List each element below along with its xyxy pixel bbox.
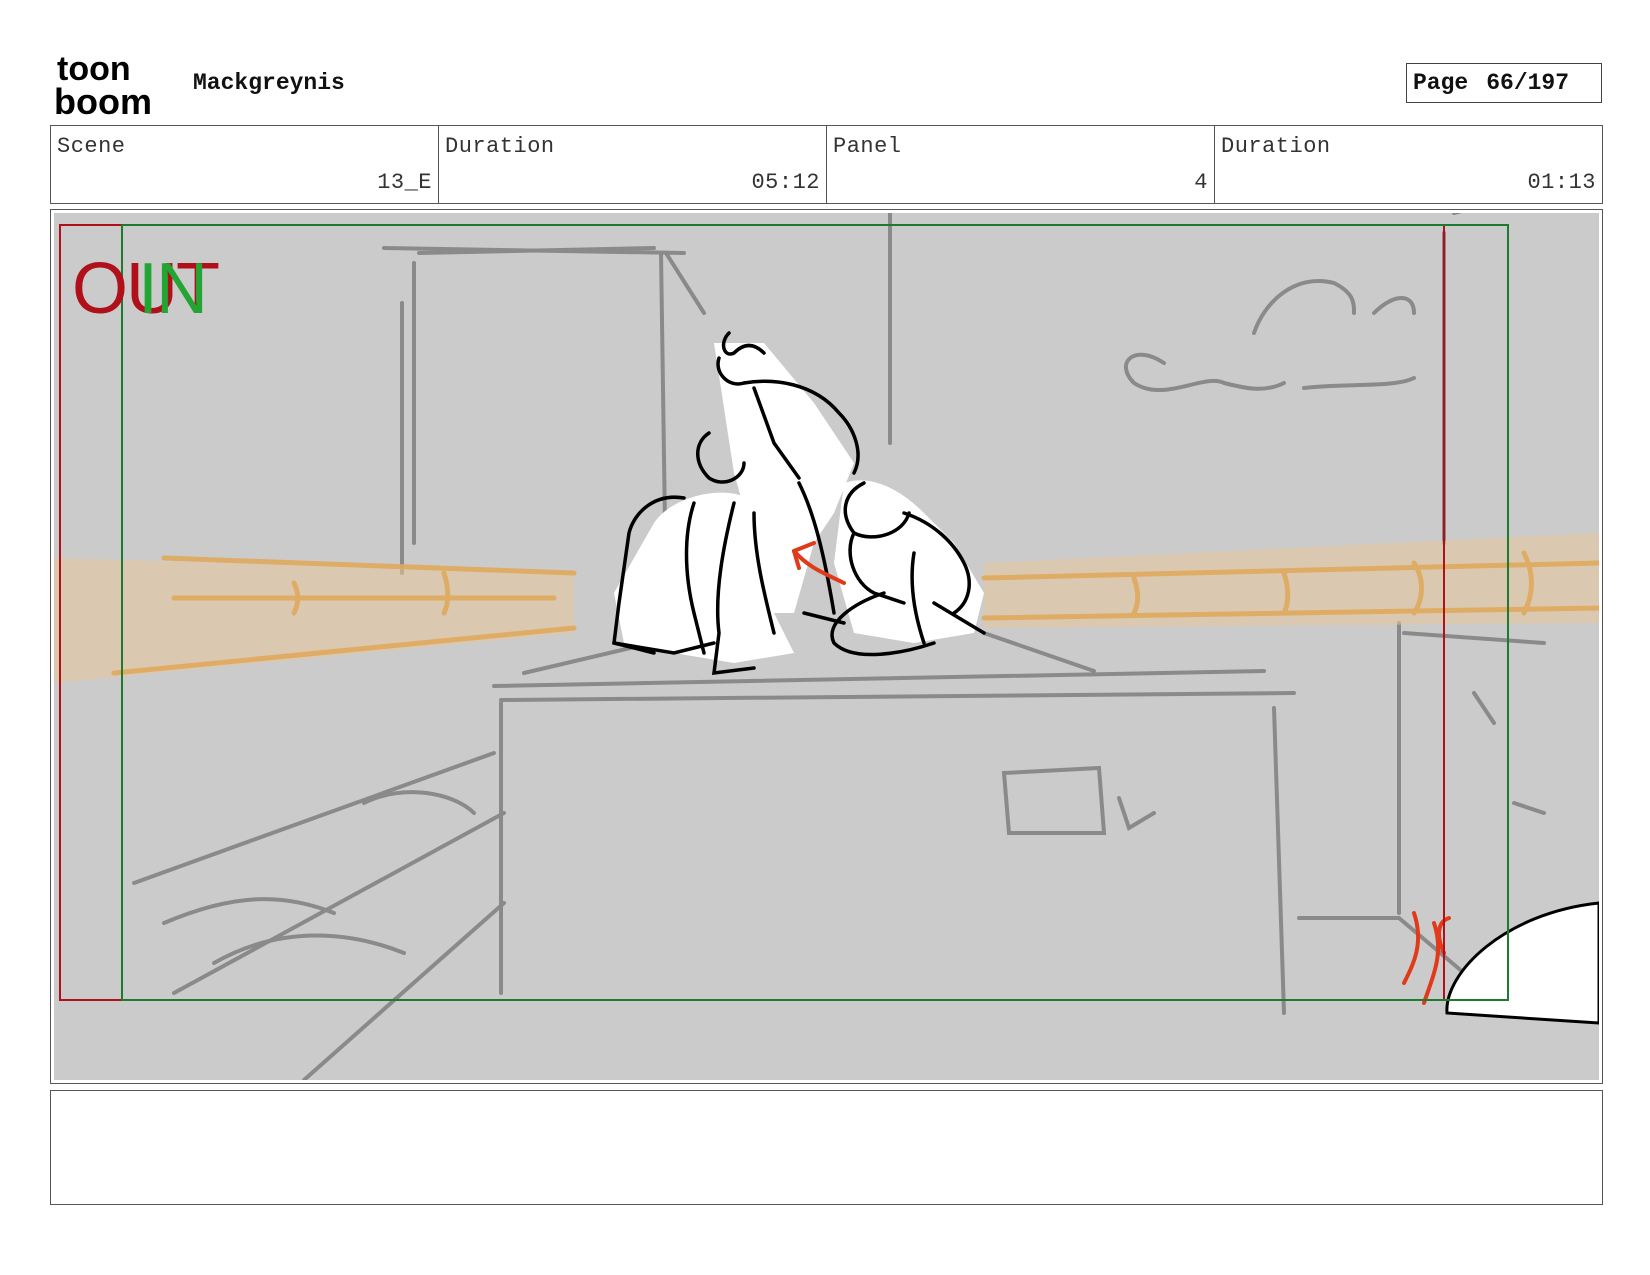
panel-duration-value: 01:13 <box>1527 170 1596 195</box>
toon-boom-logo: toon boom <box>54 52 152 118</box>
scene-cell: Scene 13_E <box>51 126 439 203</box>
panel-cell: Panel 4 <box>827 126 1215 203</box>
page-label: Page <box>1413 70 1469 96</box>
panel-label: Panel <box>833 134 902 159</box>
page-indicator: Page 66/197 <box>1406 63 1602 103</box>
storyboard-panel-image: OUT IN <box>54 213 1599 1080</box>
scene-duration-label: Duration <box>445 134 555 159</box>
panel-duration-label: Duration <box>1221 134 1331 159</box>
scene-value: 13_E <box>377 170 432 195</box>
project-name: Mackgreynis <box>193 70 345 96</box>
panel-notes-box <box>50 1090 1603 1205</box>
scene-info-row: Scene 13_E Duration 05:12 Panel 4 Durati… <box>50 125 1603 204</box>
page-value: 66/197 <box>1486 70 1570 96</box>
scene-duration-cell: Duration 05:12 <box>439 126 827 203</box>
in-label: IN <box>138 249 206 329</box>
panel-duration-cell: Duration 01:13 <box>1215 126 1602 203</box>
scene-duration-value: 05:12 <box>751 170 820 195</box>
panel-value: 4 <box>1194 170 1208 195</box>
logo-text-bottom: boom <box>54 81 152 118</box>
scene-label: Scene <box>57 134 126 159</box>
